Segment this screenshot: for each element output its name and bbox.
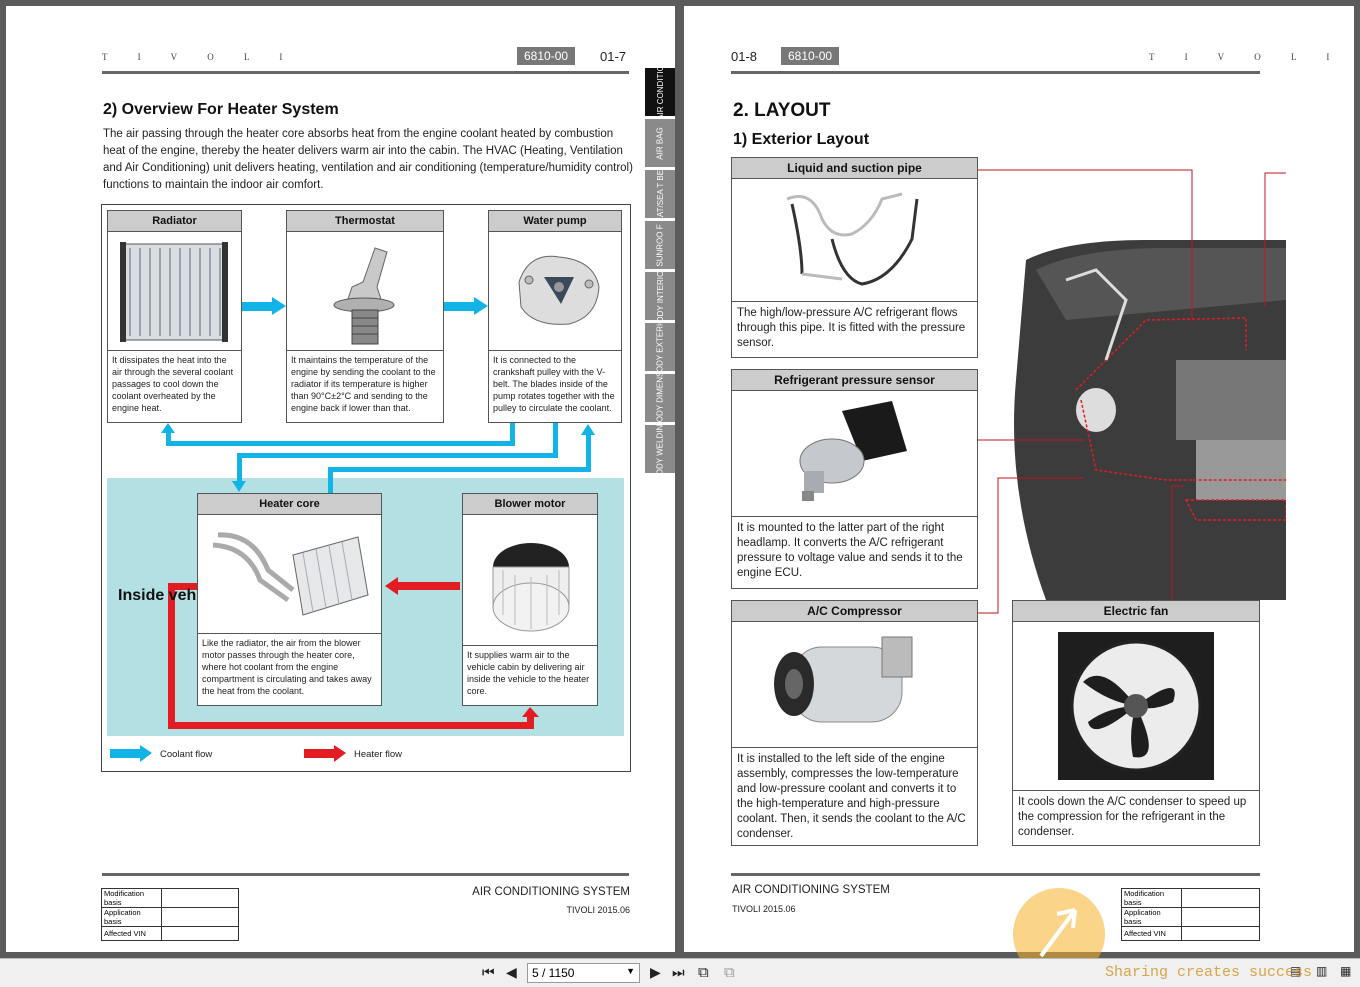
two-page-icon[interactable]: ▦ [1340, 964, 1351, 978]
card-title: Thermostat [287, 211, 443, 232]
blower-motor-card: Blower motor It supplies warm air to the… [462, 493, 598, 706]
card-title: Water pump [489, 211, 621, 232]
radiator-image [108, 232, 241, 350]
section-title: 2. LAYOUT [733, 100, 831, 121]
card-desc: Like the radiator, the air from the blow… [198, 633, 381, 700]
tab-seat-belt[interactable]: SEAT/SEA T BELT [645, 170, 675, 218]
section-code: 6810-00 [781, 47, 840, 65]
card-title: Liquid and suction pipe [732, 158, 977, 179]
back-view-icon[interactable]: ⧉ [698, 964, 709, 981]
revision-table: Modification basis Application basis Aff… [101, 888, 239, 941]
pipe-card: Liquid and suction pipe The high/low-pre… [731, 157, 978, 358]
legend-heater: Heater flow [354, 749, 403, 760]
header-rule [731, 71, 1260, 74]
radiator-card: Radiator It dissipates the heat into the… [107, 210, 242, 423]
heater-core-image [198, 515, 381, 633]
chapter-tabs: AIR CONDITIO AIR BAG SEAT/SEA T BELT SUN… [645, 68, 675, 476]
tab-sunroof[interactable]: SUNROO F [645, 221, 675, 269]
prev-page-button[interactable]: ◀ [506, 964, 517, 981]
heater-core-card: Heater core Like the radiator, the air f… [197, 493, 382, 706]
card-title: Blower motor [463, 494, 597, 515]
water-pump-image [489, 232, 621, 350]
header-rule [102, 71, 629, 74]
electric-fan-card: Electric fan It cools down the A/C conde… [1012, 600, 1260, 846]
revision-table: Modification basis Application basis Aff… [1121, 888, 1260, 941]
forward-view-icon[interactable]: ⧉ [724, 964, 735, 981]
section-title: 2) Overview For Heater System [103, 101, 339, 118]
next-page-button[interactable]: ▶ [650, 964, 661, 981]
first-page-button[interactable]: ⏮ [482, 964, 495, 981]
card-desc: It supplies warm air to the vehicle cabi… [463, 645, 597, 700]
compressor-image [732, 622, 977, 747]
electric-fan-image [1013, 622, 1259, 790]
subsection-title: 1) Exterior Layout [733, 131, 870, 148]
card-title: Radiator [108, 211, 241, 232]
footer-title: AIR CONDITIONING SYSTEM [732, 884, 890, 896]
card-desc: It cools down the A/C condenser to speed… [1013, 790, 1259, 844]
legend-coolant: Coolant flow [160, 749, 213, 760]
thermostat-card: Thermostat It maintains the temperature … [286, 210, 444, 423]
chevron-down-icon[interactable]: ▼ [626, 966, 635, 976]
brand-label: T I V O L I [102, 52, 297, 62]
footer-rule [102, 873, 629, 876]
pressure-sensor-image [732, 391, 977, 516]
page-number: 01-7 [600, 49, 627, 64]
page-number: 01-8 [731, 49, 758, 64]
card-title: Heater core [198, 494, 381, 515]
footer-subtitle: TIVOLI 2015.06 [732, 904, 796, 914]
thermostat-image [287, 232, 443, 350]
right-page: 01-8 6810-00 T I V O L I 2. LAYOUT 1) Ex… [684, 6, 1354, 952]
tab-body-interior[interactable]: BODY INTERIOR [645, 272, 675, 320]
card-desc: It maintains the temperature of the engi… [287, 350, 443, 417]
footer-subtitle: TIVOLI 2015.06 [566, 905, 630, 915]
footer-title: AIR CONDITIONING SYSTEM [472, 886, 630, 898]
intro-paragraph: The air passing through the heater core … [103, 128, 633, 191]
card-desc: It is mounted to the latter part of the … [732, 516, 977, 585]
card-desc: It is connected to the crankshaft pulley… [489, 350, 621, 417]
tab-body-welding[interactable]: BODY WELDING [645, 425, 675, 473]
card-title: Refrigerant pressure sensor [732, 370, 977, 391]
section-code: 6810-00 [517, 47, 576, 65]
tab-air-conditioning[interactable]: AIR CONDITIO [645, 68, 675, 116]
card-desc: It is installed to the left side of the … [732, 747, 977, 846]
last-page-button[interactable]: ⏭ [672, 964, 685, 981]
page-number-field[interactable]: 5 / 1150 ▼ [527, 963, 640, 983]
card-title: Electric fan [1013, 601, 1259, 622]
compressor-card: A/C Compressor It is installed to the le… [731, 600, 978, 846]
left-page: T I V O L I 6810-00 01-7 2) Overview For… [6, 6, 675, 952]
continuous-page-icon[interactable]: ▥ [1316, 964, 1327, 978]
pressure-sensor-card: Refrigerant pressure sensor It is mounte… [731, 369, 978, 589]
tab-body-dimension[interactable]: BODY DIMENSI [645, 374, 675, 422]
card-title: A/C Compressor [732, 601, 977, 622]
engine-bay-image [1006, 240, 1286, 600]
water-pump-card: Water pump It is connected to the cranks… [488, 210, 622, 423]
tab-body-exterior[interactable]: BODY EXTERIO [645, 323, 675, 371]
brand-label: T I V O L I [1149, 52, 1344, 62]
tab-air-bag[interactable]: AIR BAG [645, 119, 675, 167]
card-desc: It dissipates the heat into the air thro… [108, 350, 241, 417]
footer-rule [731, 873, 1260, 876]
watermark-text: Sharing creates success [1105, 964, 1313, 981]
card-desc: The high/low-pressure A/C refrigerant fl… [732, 301, 977, 355]
blower-motor-image [463, 515, 597, 645]
pipe-image [732, 179, 977, 301]
